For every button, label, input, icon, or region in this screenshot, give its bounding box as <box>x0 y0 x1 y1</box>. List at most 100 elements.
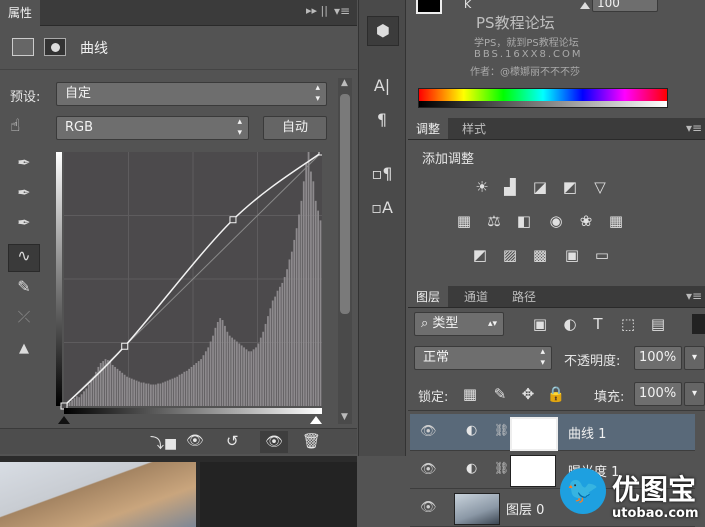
filter-toggle[interactable] <box>692 314 705 334</box>
layer-mask-thumbnail[interactable] <box>510 417 558 451</box>
collapse-icon[interactable]: ▸▸ || <box>306 4 328 17</box>
tab-layers[interactable]: 图层 <box>408 286 449 307</box>
hue-saturation-icon[interactable]: ▦ <box>454 212 474 230</box>
hand-adjust-icon[interactable]: ☝ <box>10 116 20 136</box>
histogram-bar <box>219 318 222 406</box>
vibrance-icon[interactable]: ▽ <box>590 178 610 196</box>
histogram-bar <box>226 331 229 406</box>
eyedropper-white-icon[interactable]: ✒ <box>12 212 36 234</box>
clipping-warning-icon[interactable]: ▲ <box>12 338 36 360</box>
properties-scrollbar[interactable]: ▲ ▼ <box>338 78 352 424</box>
filter-type-icon[interactable]: T <box>588 315 608 333</box>
lock-all-icon[interactable]: 🔒 <box>546 385 566 403</box>
kind-filter-select[interactable]: ⌕ 类型 ▴▾ <box>414 312 504 336</box>
tab-channels[interactable]: 通道 <box>456 286 496 307</box>
layer-mask-thumbnail[interactable] <box>510 455 556 487</box>
blend-mode-select[interactable]: 正常 ▴ ▾ <box>414 346 552 370</box>
curves-graph[interactable] <box>56 148 326 414</box>
filter-shape-icon[interactable]: ⬚ <box>618 315 638 333</box>
histogram-bar <box>169 379 171 406</box>
panel-menu-icon[interactable]: ▾≡ <box>686 121 702 135</box>
lock-transparent-icon[interactable]: ▦ <box>460 385 480 403</box>
reset-icon[interactable]: ↺ <box>226 432 239 450</box>
gradient-map-icon[interactable]: ▭ <box>592 246 612 264</box>
channel-select[interactable]: RGB ▴ ▾ <box>56 116 249 140</box>
filter-adjustment-icon[interactable]: ◐ <box>560 315 580 333</box>
paragraph-styles-icon[interactable]: ▫¶ <box>364 160 400 188</box>
visibility-eye-icon[interactable]: 👁 <box>420 462 437 477</box>
pencil-icon[interactable]: ✎ <box>12 276 36 298</box>
threshold-icon[interactable]: ▩ <box>530 246 550 264</box>
tab-paths[interactable]: 路径 <box>504 286 544 307</box>
eyedropper-black-icon[interactable]: ✒ <box>12 152 36 174</box>
lock-image-icon[interactable]: ✎ <box>490 385 510 403</box>
black-point-slider[interactable] <box>58 416 70 424</box>
histogram-bar <box>240 345 243 406</box>
character-icon[interactable]: A| <box>364 72 400 100</box>
histogram-bar <box>307 152 310 406</box>
opacity-dropdown[interactable]: ▾ <box>684 346 705 370</box>
auto-button[interactable]: 自动 <box>263 116 327 140</box>
scroll-down-icon[interactable]: ▼ <box>341 412 348 422</box>
color-spectrum-bar[interactable] <box>418 88 668 108</box>
black-white-icon[interactable]: ◧ <box>514 212 534 230</box>
posterize-icon[interactable]: ▨ <box>500 246 520 264</box>
layer-name[interactable]: 曲线 1 <box>568 423 606 442</box>
curves-svg[interactable] <box>56 148 326 414</box>
filter-pixel-icon[interactable]: ▣ <box>530 315 550 333</box>
mask-icon[interactable] <box>44 38 66 56</box>
curve-point-tool-icon[interactable]: ∿ <box>8 244 40 272</box>
curve-control-point[interactable] <box>121 342 129 350</box>
visibility-eye-icon[interactable]: 👁 <box>420 424 437 439</box>
delete-icon[interactable]: 🗑 <box>302 432 321 450</box>
invert-icon[interactable]: ◩ <box>470 246 490 264</box>
preset-select[interactable]: 自定 ▴ ▾ <box>56 82 327 106</box>
blend-mode-value: 正常 <box>423 350 450 365</box>
tab-properties[interactable]: 属性 <box>0 0 41 26</box>
curve-control-point[interactable] <box>318 148 326 156</box>
curves-icon[interactable]: ◪ <box>530 178 550 196</box>
photo-filter-icon[interactable]: ◉ <box>546 212 566 230</box>
panel-menu-icon[interactable]: ▾≡ <box>686 289 702 303</box>
color-balance-icon[interactable]: ⚖ <box>484 212 504 230</box>
filter-smart-object-icon[interactable]: ▤ <box>648 315 668 333</box>
histogram-bar <box>135 380 138 406</box>
tab-styles[interactable]: 样式 <box>454 118 494 139</box>
layer-row[interactable]: 👁 ◐ ⛓ 曲线 1 <box>410 414 695 451</box>
selective-color-icon[interactable]: ▣ <box>562 246 582 264</box>
foreground-swatch[interactable] <box>416 0 442 14</box>
curve-control-point[interactable] <box>229 216 237 224</box>
brightness-icon[interactable]: ☀ <box>472 178 492 196</box>
channel-mixer-icon[interactable]: ❀ <box>576 212 596 230</box>
visibility-eye-icon[interactable]: 👁 <box>420 500 437 515</box>
clip-to-layer-icon[interactable]: ⤵■ <box>150 433 177 453</box>
k-slider-thumb[interactable] <box>580 2 590 9</box>
opacity-input[interactable]: 100% <box>634 346 682 370</box>
color-lookup-icon[interactable]: ▦ <box>606 212 626 230</box>
eyedropper-gray-icon[interactable]: ✒ <box>12 182 36 204</box>
smooth-curve-icon[interactable]: ⤫ <box>12 306 36 328</box>
scroll-up-icon[interactable]: ▲ <box>341 78 348 88</box>
paragraph-icon[interactable]: ¶ <box>364 106 400 134</box>
view-previous-icon[interactable]: 👁 <box>186 433 204 449</box>
panel-menu-icon[interactable]: ▾≡ <box>334 4 350 18</box>
layer-name[interactable]: 图层 0 <box>506 499 544 518</box>
3d-icon[interactable]: ⬢ <box>367 16 399 46</box>
character-styles-icon[interactable]: ▫A <box>364 194 400 222</box>
link-icon[interactable]: ⛓ <box>494 423 509 437</box>
scroll-thumb[interactable] <box>340 94 350 314</box>
fill-input[interactable]: 100% <box>634 382 682 406</box>
white-point-slider[interactable] <box>310 416 322 424</box>
levels-icon[interactable]: ▟ <box>500 178 520 196</box>
layer-thumbnail[interactable] <box>454 493 500 525</box>
k-value-input[interactable]: 100 <box>592 0 658 12</box>
histogram-bar <box>212 335 214 406</box>
tab-adjustments[interactable]: 调整 <box>408 118 449 139</box>
visibility-icon[interactable]: 👁 <box>260 431 288 453</box>
histogram-bar <box>295 228 298 406</box>
histogram-bar <box>164 381 167 406</box>
lock-position-icon[interactable]: ✥ <box>518 385 538 403</box>
link-icon[interactable]: ⛓ <box>494 461 509 475</box>
exposure-icon[interactable]: ◩ <box>560 178 580 196</box>
fill-dropdown[interactable]: ▾ <box>684 382 705 406</box>
